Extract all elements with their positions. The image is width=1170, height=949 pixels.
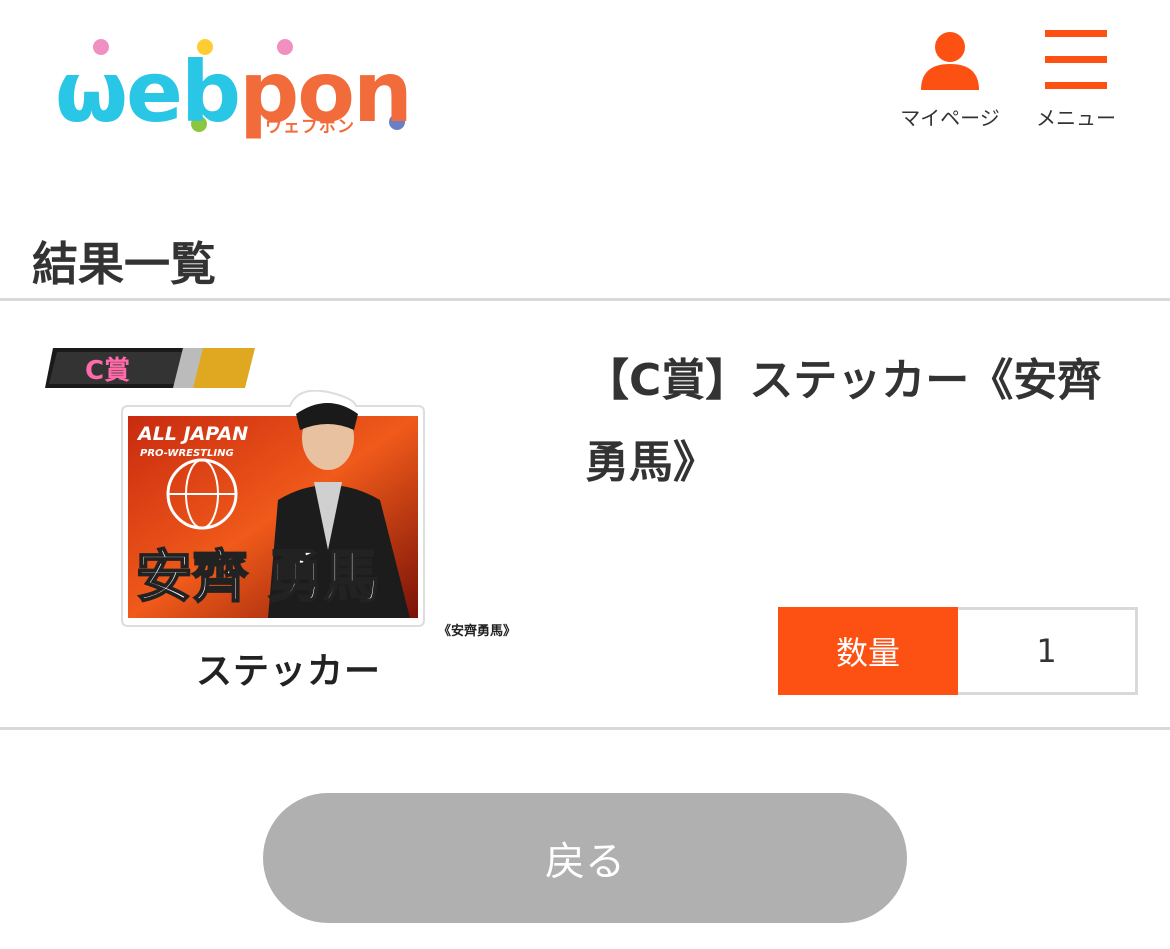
- divider: [0, 727, 1170, 730]
- logo-subtitle: ウェブポン: [265, 117, 355, 137]
- item-title: 【C賞】ステッカー《安齊勇馬》: [585, 355, 1102, 488]
- quantity-label: 数量: [778, 607, 958, 695]
- rank-badge-text: C賞: [85, 356, 130, 386]
- hamburger-icon: [1045, 30, 1107, 89]
- divider: [0, 298, 1170, 301]
- mypage-button[interactable]: マイページ: [893, 28, 1007, 131]
- sticker-brand: ALL JAPAN: [136, 423, 248, 445]
- menu-button[interactable]: メニュー: [1030, 28, 1122, 131]
- mypage-label: マイページ: [900, 106, 1000, 130]
- menu-label: メニュー: [1036, 106, 1116, 130]
- sticker-image: ALL JAPAN PRO-WRESTLING 安齊 勇馬: [118, 389, 430, 630]
- rank-badge-graphic: C賞: [45, 348, 255, 388]
- back-button[interactable]: 戻る: [263, 793, 907, 923]
- sticker-caption: 《安齊勇馬》: [438, 624, 517, 639]
- person-icon: [921, 32, 979, 90]
- sticker-brand-sub: PRO-WRESTLING: [140, 448, 234, 459]
- quantity-value: 1: [958, 607, 1138, 695]
- header: ωebpon ウェブポン マイページ メニュー: [0, 0, 1170, 160]
- sticker-artwork: ALL JAPAN PRO-WRESTLING 安齊 勇馬: [121, 389, 425, 627]
- rank-badge: C賞: [45, 344, 255, 392]
- sticker-label: ステッカー: [196, 651, 382, 692]
- page-title: 結果一覧: [32, 237, 216, 291]
- logo-wordmark: ωebpon: [55, 43, 413, 141]
- sticker-name: 安齊 勇馬: [136, 545, 380, 610]
- webpon-logo[interactable]: ωebpon ウェブポン: [55, 30, 415, 140]
